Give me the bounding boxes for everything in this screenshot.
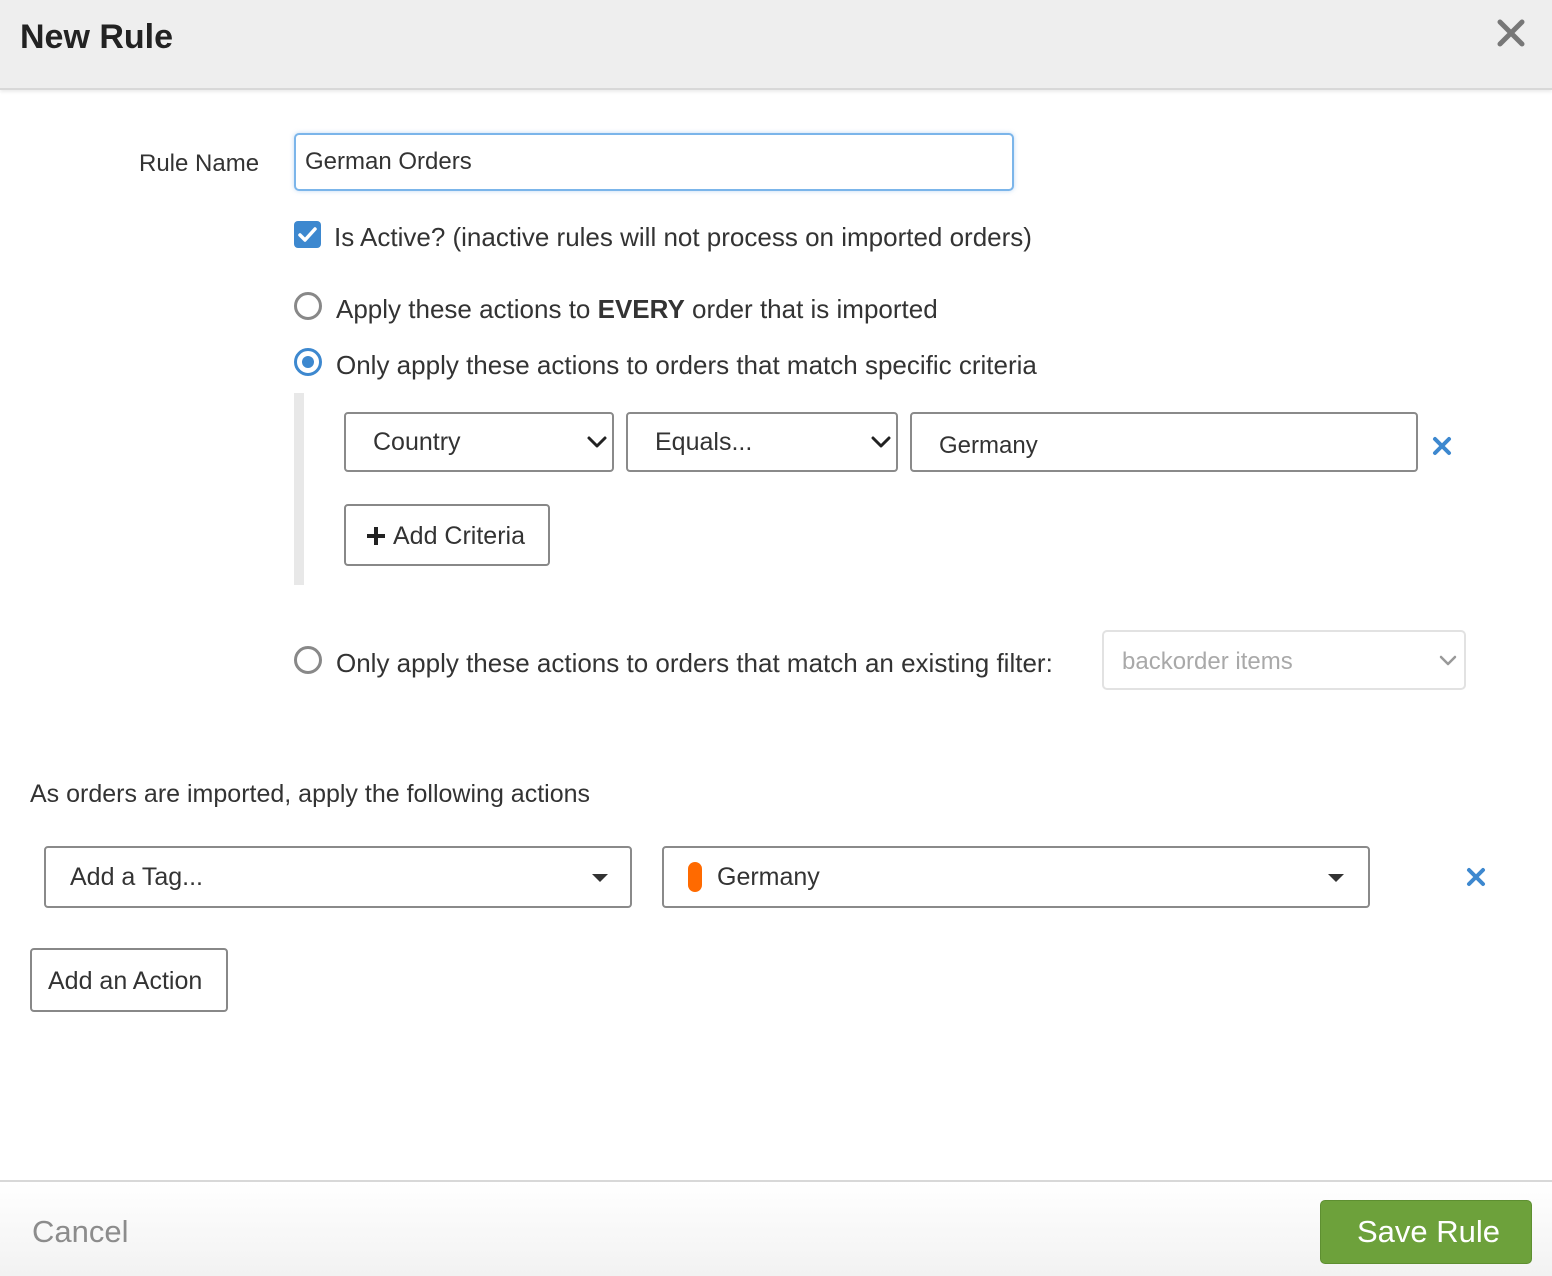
existing-filter-select[interactable]: backorder items [1102, 630, 1466, 690]
every-prefix: Apply these actions to [336, 294, 598, 324]
chevron-down-icon [1439, 655, 1457, 666]
every-emphasis: EVERY [597, 294, 685, 324]
caret-down-icon [1328, 874, 1344, 882]
existing-filter-placeholder: backorder items [1122, 648, 1293, 675]
remove-action-icon[interactable] [1466, 867, 1486, 892]
is-active-checkbox[interactable] [294, 221, 321, 248]
radio-every-order-label: Apply these actions to EVERY order that … [336, 294, 938, 325]
criteria-value: Germany [939, 432, 1038, 459]
tag-select[interactable]: Germany [662, 846, 1370, 908]
actions-heading: As orders are imported, apply the follow… [30, 780, 591, 808]
add-criteria-button[interactable]: Add Criteria [344, 504, 550, 566]
is-active-label: Is Active? (inactive rules will not proc… [334, 222, 1032, 252]
criteria-operator-value: Equals... [655, 428, 753, 456]
action-type-select[interactable]: Add a Tag... [44, 846, 632, 908]
criteria-value-input[interactable]: Germany [910, 412, 1418, 472]
save-rule-label: Save Rule [1357, 1214, 1501, 1249]
checkmark-icon [298, 227, 317, 242]
caret-down-icon [592, 874, 608, 882]
tag-color-swatch [688, 862, 702, 892]
rule-name-input[interactable] [294, 133, 1014, 191]
plus-icon [367, 527, 385, 545]
add-criteria-label: Add Criteria [393, 522, 525, 550]
chevron-down-icon [587, 436, 607, 448]
tag-value: Germany [717, 863, 820, 891]
radio-specific-criteria-label: Only apply these actions to orders that … [336, 350, 1037, 380]
criteria-group-indicator [294, 393, 304, 585]
every-suffix: order that is imported [684, 294, 938, 324]
radio-existing-filter[interactable] [294, 646, 322, 674]
close-icon[interactable] [1494, 16, 1528, 50]
save-rule-button[interactable]: Save Rule [1320, 1200, 1532, 1264]
criteria-field-value: Country [373, 428, 461, 456]
rule-name-label: Rule Name [139, 150, 260, 177]
cancel-button[interactable]: Cancel [32, 1214, 129, 1250]
dialog-title: New Rule [20, 18, 174, 56]
remove-criteria-icon[interactable] [1432, 436, 1452, 461]
criteria-field-select[interactable]: Country [344, 412, 614, 472]
radio-specific-criteria[interactable] [294, 348, 322, 376]
radio-existing-filter-label: Only apply these actions to orders that … [336, 648, 1053, 678]
add-action-label: Add an Action [48, 967, 203, 995]
radio-every-order[interactable] [294, 292, 322, 320]
criteria-operator-select[interactable]: Equals... [626, 412, 898, 472]
action-type-value: Add a Tag... [70, 863, 203, 891]
add-action-button[interactable]: Add an Action [30, 948, 228, 1012]
chevron-down-icon [871, 436, 891, 448]
dialog-header: New Rule [0, 0, 1552, 90]
